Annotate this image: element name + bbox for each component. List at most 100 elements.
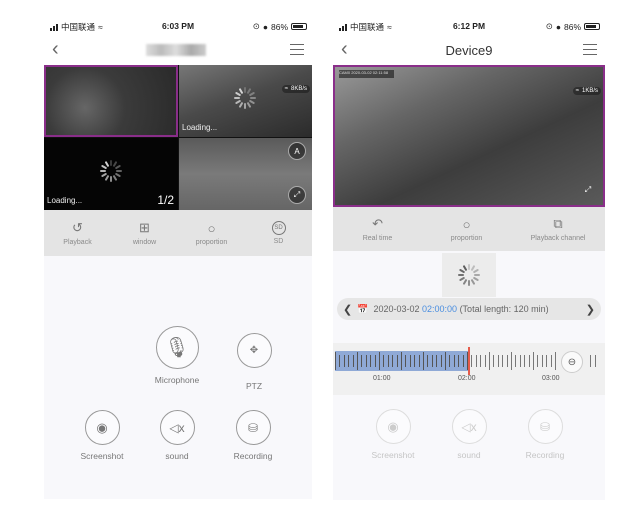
timeline-tick [480,355,482,367]
next-day-button[interactable]: ❯ [586,303,595,316]
battery-icon [584,23,600,30]
camera-cell-1[interactable] [44,65,178,137]
camera-cell-3[interactable]: Loading... 1/2 [44,138,178,210]
wifi-icon: ≈ [575,88,579,94]
real-time-icon: ↶ [372,216,383,231]
timeline-cursor[interactable] [468,347,470,375]
timeline-tick [550,355,552,367]
window-label: window [132,239,157,246]
timeline-tick [528,355,530,367]
video-recorder-icon: ⛁ [527,409,563,444]
recording-button[interactable]: ⛁ Recording [505,409,585,460]
proportion-button[interactable]: ○ proportion [442,216,492,243]
window-button[interactable]: ⊞ window [120,220,170,246]
loading-overlay [442,253,496,297]
fullscreen-icon: ⤢ [584,185,592,194]
playback-screen: 中国联通 ≈ 6:12 PM ⊙ ● 86% ‹ Device9 CAM0 20… [333,16,605,500]
timeline-tick [533,352,534,370]
sd-label: SD [273,238,284,245]
timeline-tick [524,355,526,367]
back-button[interactable]: ‹ [52,38,59,61]
timeline-tick [352,355,354,367]
network-speed: ≈8KB/s [281,85,310,93]
playback-channel-button[interactable]: ⧉ Playback channel [531,216,586,242]
timeline-tick [423,352,424,370]
timeline-tick [365,355,367,367]
calendar-icon[interactable]: 📅 [357,304,368,315]
camera-cell-4[interactable]: A ⤢ [179,138,312,210]
playback-button[interactable]: ↺ Playback [53,220,103,246]
fullscreen-button[interactable]: ⤢ [288,186,306,204]
timeline-tick [335,352,336,370]
camera-cell-2[interactable]: ≈8KB/s Loading... [179,65,312,137]
date-time-text: 2020-03-02 02:00:00 (Total length: 120 m… [373,304,580,314]
alarm-icon: ● [555,21,561,32]
timeline-tick [396,355,398,367]
timeline-tick [497,355,499,367]
camera-osd: CAM0 2020-03-02 02:11:58 [339,70,394,78]
timeline-tick [449,355,451,367]
sound-button[interactable]: ◁x sound [429,409,509,460]
timeline-tick [374,355,376,367]
battery-icon [291,23,307,30]
timeline-tick [343,355,345,367]
timeline-tick [431,355,433,367]
timeline-tick [489,352,490,370]
timeline-tick [383,355,385,367]
sound-label: sound [165,451,189,461]
timeline-tick [493,355,495,367]
sound-label: sound [457,450,481,460]
menu-button[interactable] [290,44,304,56]
timeline-tick [484,355,486,367]
timeline-tick [462,355,464,367]
timeline-tick [348,355,350,367]
page-indicator: 1/2 [157,193,174,207]
screenshot-label: Screenshot [371,450,415,460]
lock-rotation-icon: ⊙ [252,21,260,31]
microphone-button[interactable]: 🎙 Microphone [137,326,217,385]
timeline-tick [594,355,596,367]
menu-button[interactable] [583,44,597,56]
timeline-tick [401,352,402,370]
timeline-tick [370,355,372,367]
playback-toolbar: ↶ Real time ○ proportion ⧉ Playback chan… [333,207,605,251]
window-grid-icon: ⊞ [139,220,150,235]
nav-bar: ‹ [44,36,312,65]
timeline-tick [387,355,389,367]
proportion-button[interactable]: ○ proportion [187,220,237,247]
timeline-tick [357,352,358,370]
timeline-tick [409,355,411,367]
timeline-tick [418,355,420,367]
timeline-tick [502,355,504,367]
real-time-button[interactable]: ↶ Real time [353,216,403,242]
auto-rotate-button[interactable]: A [288,142,306,160]
timeline-label: 01:00 [373,375,391,382]
timeline-tick [467,352,468,370]
screenshot-button[interactable]: ◉ Screenshot [353,409,433,460]
video-recorder-icon: ⛁ [235,410,271,445]
timeline-tick [339,355,341,367]
device-title: Device9 [445,43,493,58]
ptz-button[interactable]: ✥ PTZ [214,333,294,391]
playback-video[interactable]: CAM0 2020-03-02 02:11:58 ≈1KB/s ⤢ [333,65,605,207]
timeline-tick [555,352,556,370]
timeline-tick [361,355,363,367]
sd-button[interactable]: SD SD [254,221,304,245]
screenshot-button[interactable]: ◉ Screenshot [62,410,142,461]
timeline-zoom-out-button[interactable]: ⊖ [561,351,583,373]
recording-button[interactable]: ⛁ Recording [213,410,293,461]
mute-icon: ◁x [451,409,487,444]
proportion-label: proportion [450,235,483,242]
ptz-direction-icon: ✥ [236,333,272,368]
playback-timeline[interactable]: 01:00 02:00 03:00 ⊖ [333,343,605,395]
previous-day-button[interactable]: ❮ [343,303,352,316]
loading-text: Loading... [182,123,218,132]
timeline-tick [427,355,429,367]
recording-label: Recording [233,451,273,461]
status-bar: 中国联通 ≈ 6:03 PM ⊙ ● 86% [44,16,312,36]
fullscreen-button[interactable]: ⤢ [579,181,597,199]
sound-button[interactable]: ◁x sound [137,410,217,461]
loading-spinner-icon [100,160,122,182]
proportion-icon: ○ [462,216,471,232]
playback-label: Playback [63,239,92,246]
